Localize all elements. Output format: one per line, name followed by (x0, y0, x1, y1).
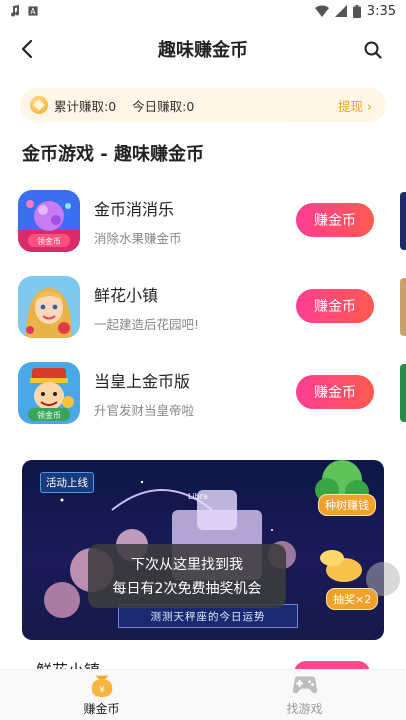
activity-tag: 活动上线 (40, 472, 94, 493)
gamepad-icon (292, 676, 317, 694)
status-right: 3:35 (314, 3, 396, 19)
game-icon-flower-town (18, 276, 80, 338)
earnings-bar: 累计赚取:0 今日赚取:0 提现 › (20, 88, 386, 122)
signal-icon (334, 5, 347, 17)
wifi-icon (314, 5, 329, 17)
tab-find-games[interactable]: 找游戏 (203, 670, 406, 720)
coin-bag-icon: ¥ (91, 675, 112, 698)
search-icon (364, 41, 382, 59)
section-title: 金币游戏 - 趣味赚金币 (22, 144, 205, 165)
game-icon-emperor: 领金币 (18, 362, 80, 424)
earn-coins-button[interactable]: 赚金币 (296, 203, 374, 237)
toast-line-2: 每日有2次免费抽奖机会 (112, 581, 262, 597)
game-name: 金币消消乐 (94, 199, 175, 219)
status-left: A (10, 5, 38, 17)
svg-text:A: A (30, 7, 36, 16)
game-icon-tag: 领金币 (37, 236, 61, 246)
game-icon-fruit-match: 领金币 (18, 190, 80, 252)
header: 趣味赚金币 (0, 22, 406, 76)
banner-libra-label: Libra (188, 492, 208, 501)
svg-text:¥: ¥ (99, 684, 104, 694)
game-item[interactable]: 领金币 当皇上金币版 升官发财当皇帝啦 赚金币 (0, 350, 406, 436)
search-button[interactable] (360, 37, 386, 63)
status-time: 3:35 (366, 3, 396, 19)
font-notification-icon: A (28, 6, 38, 16)
game-desc: 升官发财当皇帝啦 (94, 402, 195, 418)
game-list: 领金币 金币消消乐 消除水果赚金币 赚金币 鲜花小镇 一起建造后花园吧! 赚金币… (0, 178, 406, 436)
bottom-tab-bar: ¥ 赚金币 找游戏 (0, 669, 406, 720)
game-item[interactable]: 鲜花小镇 一起建造后花园吧! 赚金币 (0, 264, 406, 350)
total-earned: 累计赚取:0 (54, 98, 117, 114)
battery-icon (352, 4, 361, 18)
game-desc: 消除水果赚金币 (94, 230, 182, 246)
game-icon-tag: 领金币 (37, 410, 61, 420)
game-item[interactable]: 领金币 金币消消乐 消除水果赚金币 赚金币 (0, 178, 406, 264)
back-button[interactable] (14, 36, 40, 62)
page-title: 趣味赚金币 (158, 40, 248, 61)
earn-coins-button[interactable]: 赚金币 (296, 289, 374, 323)
game-name: 鲜花小镇 (94, 285, 159, 305)
coin-icon (30, 96, 48, 114)
edge-peek (400, 192, 406, 250)
floating-scroll-handle[interactable] (366, 562, 400, 596)
chevron-left-icon (21, 39, 33, 59)
earn-coins-button[interactable]: 赚金币 (296, 375, 374, 409)
music-notification-icon (11, 5, 20, 17)
tab-find-label: 找游戏 (286, 702, 323, 716)
status-bar: A 3:35 (0, 0, 406, 22)
edge-peek (400, 364, 406, 422)
edge-peek (400, 278, 406, 336)
game-name: 当皇上金币版 (94, 371, 191, 391)
today-earned: 今日赚取:0 (132, 98, 195, 114)
withdraw-link[interactable]: 提现 › (338, 96, 372, 115)
toast-message: 下次从这里找到我 每日有2次免费抽奖机会 (88, 544, 286, 608)
toast-line-1: 下次从这里找到我 (131, 557, 243, 573)
game-desc: 一起建造后花园吧! (94, 316, 200, 332)
tree-badge: 种树赚钱 (318, 494, 376, 516)
tab-earn-coins[interactable]: ¥ 赚金币 (0, 670, 203, 720)
tab-earn-label: 赚金币 (83, 702, 120, 716)
